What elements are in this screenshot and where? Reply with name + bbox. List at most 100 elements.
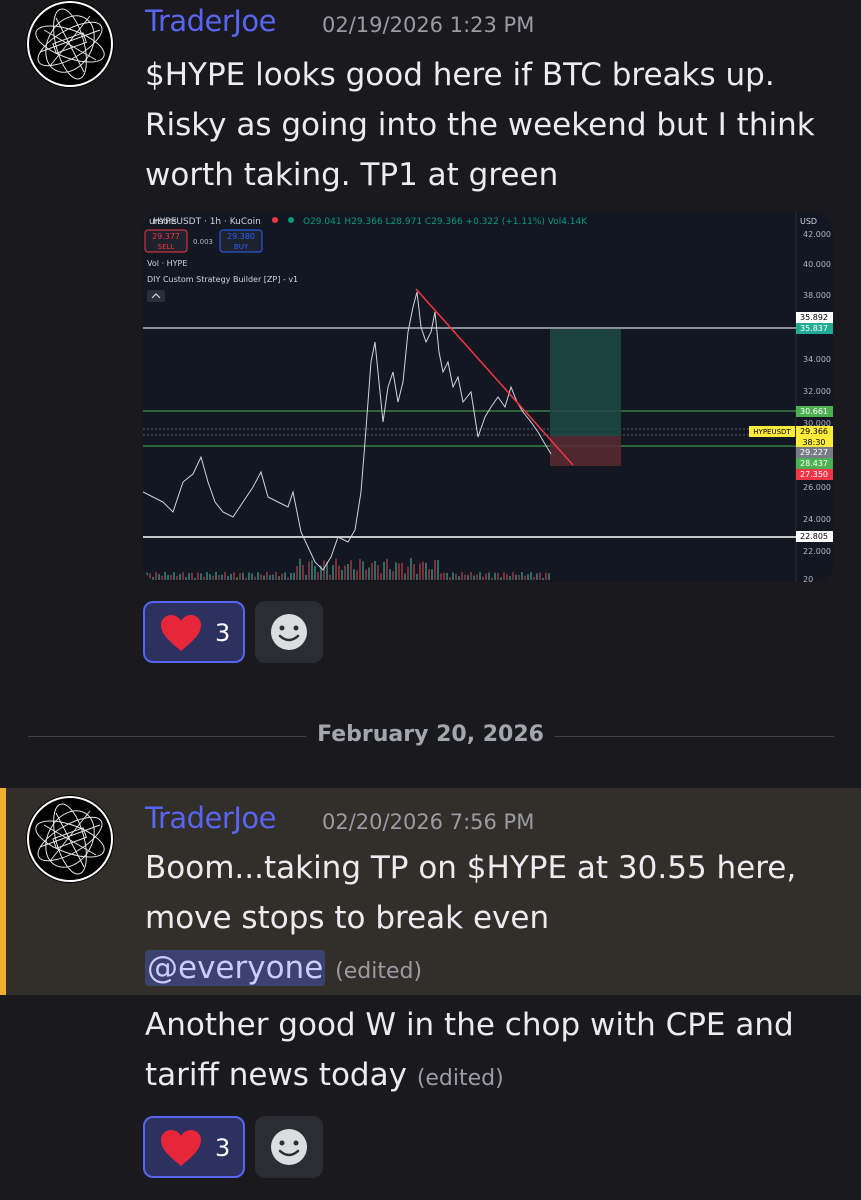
volume-bar [194, 577, 196, 580]
volume-bar [185, 576, 187, 580]
mention-highlight-bar [0, 788, 6, 995]
volume-bar [392, 571, 394, 580]
volume-bar [311, 560, 313, 580]
edited-label: (edited) [335, 959, 423, 984]
buy-price: 29.380 [227, 232, 255, 241]
price-tag-text: 22.805 [800, 532, 828, 541]
volume-bar [230, 573, 232, 580]
ohlc-readout: O29.041 H29.366 L28.971 C29.366 +0.322 (… [303, 217, 588, 227]
y-tick: 34.000 [803, 355, 831, 364]
smiley-icon [271, 1129, 307, 1165]
volume-bar [341, 570, 343, 580]
price-tag-text: 29.366 [800, 427, 828, 436]
volume-bar [245, 577, 247, 580]
heart-icon [161, 615, 201, 651]
volume-bar [170, 574, 172, 580]
y-tick: 24.000 [803, 515, 831, 524]
y-tick: 22.000 [803, 547, 831, 556]
volume-bar [446, 572, 448, 580]
volume-bar [260, 574, 262, 580]
smiley-icon [271, 614, 307, 650]
volume-bar [539, 572, 541, 580]
volume-bar [158, 573, 160, 580]
volume-bar [278, 576, 280, 580]
volume-bar [470, 572, 472, 580]
volume-bar [497, 573, 499, 580]
volume-bar [347, 563, 349, 580]
volume-bar [248, 572, 250, 580]
volume-bar [389, 569, 391, 580]
volume-bar [368, 567, 370, 580]
volume-bar [437, 560, 439, 580]
volume-bar [257, 572, 259, 580]
volume-bar [314, 565, 316, 580]
add-reaction-button[interactable] [255, 1116, 323, 1178]
volume-bar [431, 569, 433, 580]
volume-bar [455, 573, 457, 580]
avatar-logo-icon [27, 1, 113, 87]
y-tick: 38.000 [803, 291, 831, 300]
volume-bar [386, 558, 388, 580]
volume-bar [317, 571, 319, 580]
volume-bar [200, 573, 202, 580]
volume-bar [482, 576, 484, 580]
sell-label: SELL [158, 243, 175, 251]
message-timestamp: 02/20/2026 7:56 PM [322, 810, 535, 834]
message-line: @everyone (edited) [145, 943, 835, 997]
volume-bar [272, 574, 274, 580]
volume-bar [518, 575, 520, 580]
volume-bar [428, 569, 430, 580]
status-dot-icon [288, 217, 294, 223]
volume-bar [203, 576, 205, 580]
reaction-heart-button[interactable]: 3 [143, 1116, 245, 1178]
volume-bar [269, 575, 271, 580]
avatar[interactable] [26, 0, 114, 88]
volume-bar [356, 570, 358, 580]
y-tick: 26.000 [803, 483, 831, 492]
volume-bar [164, 572, 166, 580]
heart-icon [161, 1130, 201, 1166]
reaction-count: 3 [215, 1134, 231, 1162]
message-line: tariff news today (edited) [145, 1050, 835, 1104]
volume-bar [521, 572, 523, 580]
volume-bar [350, 560, 352, 580]
reaction-heart-button[interactable]: 3 [143, 601, 245, 663]
y-tick: 32.000 [803, 387, 831, 396]
volume-bar [266, 572, 268, 580]
alert-dot-icon [272, 217, 278, 223]
chart-image-attachment[interactable]: ursors HYPEUSDT · 1h · KuCoin O29.041 H2… [143, 212, 833, 582]
volume-bar [221, 574, 223, 580]
volume-bar [299, 558, 301, 580]
volume-bar [287, 577, 289, 580]
volume-bar [224, 572, 226, 580]
message-text: Boom...taking TP on $HYPE at 30.55 here,… [145, 843, 835, 997]
volume-bar [176, 575, 178, 580]
volume-bar [380, 573, 382, 580]
volume-bar [443, 572, 445, 580]
volume-bar [449, 577, 451, 580]
volume-bar [152, 576, 154, 580]
volume-bar [242, 572, 244, 580]
volume-bar [143, 578, 145, 580]
volume-bar [191, 572, 193, 580]
indicator-strategy: DIY Custom Strategy Builder [ZP] - v1 [147, 275, 298, 284]
y-tick-top: 42.000 [803, 230, 831, 239]
volume-bar [383, 561, 385, 580]
volume-bar [440, 573, 442, 580]
price-tag-text: 28.437 [800, 459, 828, 468]
volume-bar [218, 574, 220, 580]
volume-bar [491, 577, 493, 580]
everyone-mention[interactable]: @everyone [145, 950, 326, 986]
reaction-count: 3 [215, 619, 231, 647]
volume-bar [188, 573, 190, 580]
add-reaction-button[interactable] [255, 601, 323, 663]
buy-label: BUY [234, 243, 249, 251]
volume-bar [155, 572, 157, 580]
author-name[interactable]: TraderJoe [145, 4, 276, 38]
chart-symbol-header: HYPEUSDT · 1h · KuCoin [153, 217, 261, 227]
volume-bar [512, 572, 514, 580]
volume-bar [239, 573, 241, 580]
avatar[interactable] [26, 795, 114, 883]
volume-bar [524, 575, 526, 580]
author-name[interactable]: TraderJoe [145, 801, 276, 835]
